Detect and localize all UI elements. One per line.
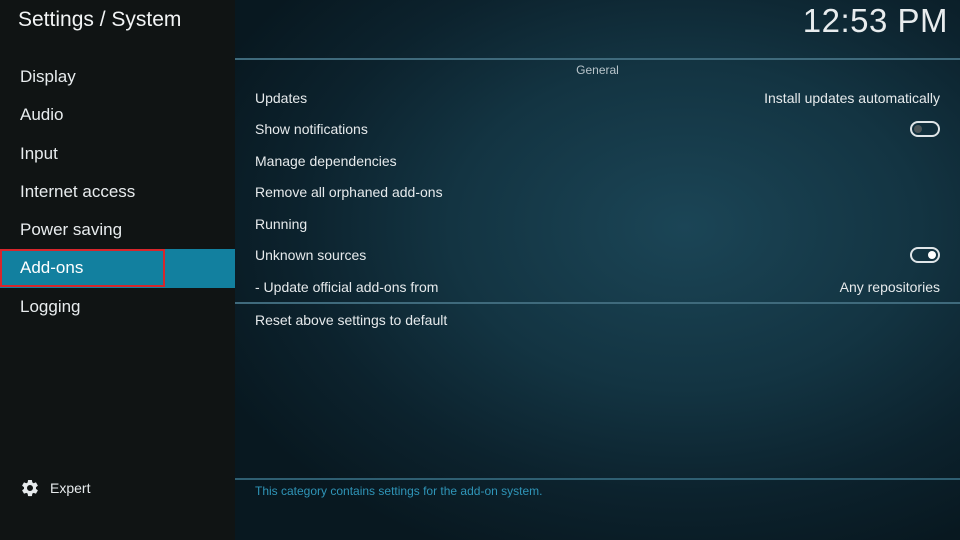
reset-section: Reset above settings to default	[235, 304, 960, 336]
toggle-knob	[914, 125, 922, 134]
sidebar-item-internet-access[interactable]: Internet access	[0, 173, 235, 211]
sidebar-nav: Display Audio Input Internet access Powe…	[0, 58, 235, 326]
gear-icon	[20, 478, 40, 498]
expert-label: Expert	[50, 480, 91, 496]
sidebar-item-display[interactable]: Display	[0, 58, 235, 96]
setting-running[interactable]: Running	[235, 208, 960, 240]
settings-list: Updates Install updates automatically Sh…	[235, 82, 960, 303]
reset-settings-button[interactable]: Reset above settings to default	[235, 304, 960, 336]
sidebar-item-power-saving[interactable]: Power saving	[0, 211, 235, 249]
setting-value: Install updates automatically	[764, 89, 940, 106]
sidebar-item-logging[interactable]: Logging	[0, 288, 235, 326]
sidebar: Settings / System Display Audio Input In…	[0, 0, 235, 540]
setting-label: Remove all orphaned add-ons	[255, 184, 443, 201]
setting-label: Updates	[255, 89, 308, 106]
sidebar-item-input[interactable]: Input	[0, 135, 235, 173]
setting-label: Running	[255, 215, 308, 232]
divider	[235, 478, 960, 480]
page-title: Settings / System	[18, 8, 182, 31]
sidebar-item-add-ons[interactable]: Add-ons	[0, 249, 235, 288]
divider	[235, 58, 960, 60]
setting-unknown-sources[interactable]: Unknown sources	[235, 240, 960, 272]
help-text: This category contains settings for the …	[255, 484, 543, 498]
reset-label: Reset above settings to default	[255, 311, 448, 328]
setting-manage-dependencies[interactable]: Manage dependencies	[235, 145, 960, 177]
setting-label: Show notifications	[255, 121, 368, 138]
setting-label: Unknown sources	[255, 247, 367, 264]
toggle-switch-off[interactable]	[910, 121, 940, 138]
settings-panel: 12:53 PM General Updates Install updates…	[235, 0, 960, 540]
toggle-switch-on[interactable]	[910, 247, 940, 264]
section-title: General	[576, 63, 619, 77]
setting-label: Manage dependencies	[255, 152, 397, 169]
setting-remove-orphaned-add-ons[interactable]: Remove all orphaned add-ons	[235, 177, 960, 209]
sidebar-item-audio[interactable]: Audio	[0, 96, 235, 134]
settings-screen: Settings / System Display Audio Input In…	[0, 0, 960, 540]
setting-value: Any repositories	[839, 278, 940, 295]
setting-updates[interactable]: Updates Install updates automatically	[235, 82, 960, 114]
setting-show-notifications[interactable]: Show notifications	[235, 114, 960, 146]
toggle-knob	[928, 251, 936, 260]
expert-level-button[interactable]: Expert	[20, 478, 90, 498]
clock: 12:53 PM	[802, 2, 948, 39]
setting-update-official-add-ons-from[interactable]: - Update official add-ons from Any repos…	[235, 271, 960, 303]
setting-label: - Update official add-ons from	[255, 278, 439, 295]
